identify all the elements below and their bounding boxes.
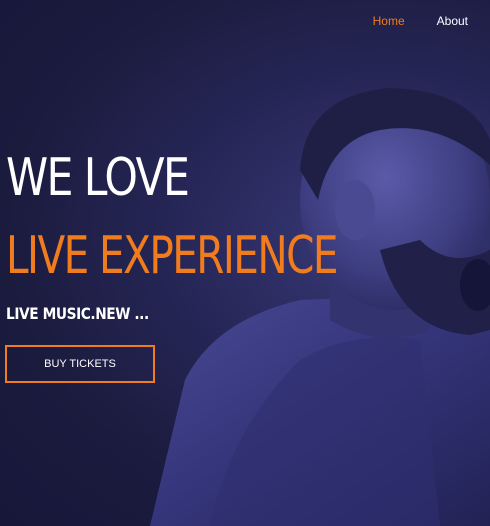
nav-item-home[interactable]: Home	[373, 14, 405, 28]
tagline: LIVE MUSIC.NEW ...	[6, 304, 149, 323]
hero-section: Home About WE LOVE LIVE EXPERIENCE LIVE …	[0, 0, 490, 526]
headline-line-1: WE LOVE	[6, 148, 190, 208]
top-nav: Home About	[373, 14, 468, 28]
nav-item-about[interactable]: About	[437, 14, 468, 28]
buy-tickets-button[interactable]: BUY TICKETS	[5, 345, 155, 383]
headline-line-2: LIVE EXPERIENCE	[6, 226, 339, 286]
